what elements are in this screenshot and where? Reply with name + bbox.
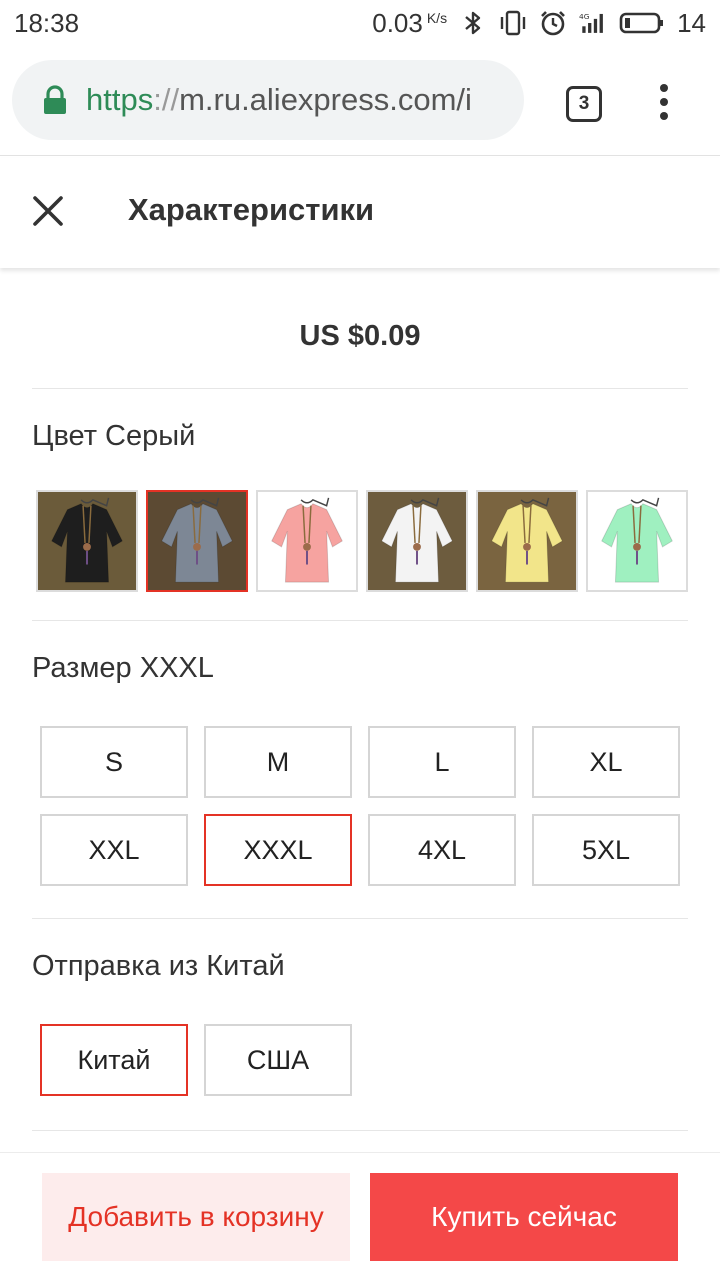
product-price: US $0.09 (299, 320, 421, 352)
color-swatch-white[interactable] (366, 490, 468, 592)
lock-icon (44, 85, 66, 114)
shirt-thumbnail-icon (588, 492, 686, 590)
url-host: m.ru.aliexpress.com/i (179, 82, 472, 117)
buy-now-button[interactable]: Купить сейчас (370, 1173, 678, 1261)
color-swatches (36, 490, 720, 592)
color-swatch-black[interactable] (36, 490, 138, 592)
shirt-thumbnail-icon (368, 492, 466, 590)
status-bar: 18:38 0.03 K/s 4G 14 (0, 0, 720, 46)
shirt-thumbnail-icon (148, 492, 246, 590)
status-time: 18:38 (14, 7, 80, 38)
size-label: Размер XXXL (32, 652, 214, 684)
shirt-thumbnail-icon (38, 492, 136, 590)
browser-menu-button[interactable] (650, 82, 678, 122)
divider (32, 1130, 688, 1131)
tab-count: 3 (578, 93, 590, 114)
shirt-thumbnail-icon (258, 492, 356, 590)
vibrate-icon (499, 9, 527, 37)
size-option-l[interactable]: L (368, 726, 516, 798)
page-title: Характеристики (128, 192, 375, 227)
size-options: S M L XL XXL XXXL 4XL 5XL (40, 726, 680, 886)
status-icons: 0.03 K/s 4G 14 (372, 8, 706, 39)
battery-icon (619, 9, 665, 37)
shirt-thumbnail-icon (478, 492, 576, 590)
url-scheme: https (86, 82, 154, 117)
size-option-xxl[interactable]: XXL (40, 814, 188, 886)
bluetooth-icon (459, 9, 487, 37)
color-swatch-pink[interactable] (256, 490, 358, 592)
divider (32, 918, 688, 919)
alarm-icon (539, 9, 567, 37)
size-option-4xl[interactable]: 4XL (368, 814, 516, 886)
svg-text:4G: 4G (579, 12, 590, 21)
size-option-s[interactable]: S (40, 726, 188, 798)
menu-dot-icon (660, 98, 668, 106)
size-option-5xl[interactable]: 5XL (532, 814, 680, 886)
shipping-label: Отправка из Китай (32, 950, 285, 982)
sheet-header: Характеристики (0, 158, 720, 268)
close-icon[interactable] (28, 191, 68, 231)
color-label: Цвет Серый (32, 420, 196, 452)
network-speed-value: 0.03 (372, 7, 423, 38)
shipping-option-1[interactable]: США (204, 1024, 352, 1096)
shipping-options: Китай США (40, 1024, 680, 1096)
color-swatch-mint[interactable] (586, 490, 688, 592)
size-option-xl[interactable]: XL (532, 726, 680, 798)
add-to-cart-button[interactable]: Добавить в корзину (42, 1173, 350, 1261)
color-swatch-gray[interactable] (146, 490, 248, 592)
bottom-action-bar: Добавить в корзину Купить сейчас (0, 1152, 720, 1280)
url-bar[interactable]: https://m.ru.aliexpress.com/i (12, 60, 524, 140)
network-speed-unit: K/s (426, 9, 448, 26)
color-swatch-yellow[interactable] (476, 490, 578, 592)
battery-level: 14 (677, 7, 706, 38)
menu-dot-icon (660, 112, 668, 120)
menu-dot-icon (660, 84, 668, 92)
divider (32, 620, 688, 621)
size-option-xxxl[interactable]: XXXL (204, 814, 352, 886)
signal-4g-icon: 4G (579, 9, 607, 37)
network-speed: 0.03 K/s (372, 8, 447, 39)
browser-toolbar: https://m.ru.aliexpress.com/i 3 (0, 46, 720, 156)
tabs-button[interactable]: 3 (566, 86, 602, 122)
url-separator: :// (153, 82, 180, 117)
url-text[interactable]: https://m.ru.aliexpress.com/i (86, 82, 472, 118)
size-option-m[interactable]: M (204, 726, 352, 798)
divider (32, 388, 688, 389)
shipping-option-0[interactable]: Китай (40, 1024, 188, 1096)
